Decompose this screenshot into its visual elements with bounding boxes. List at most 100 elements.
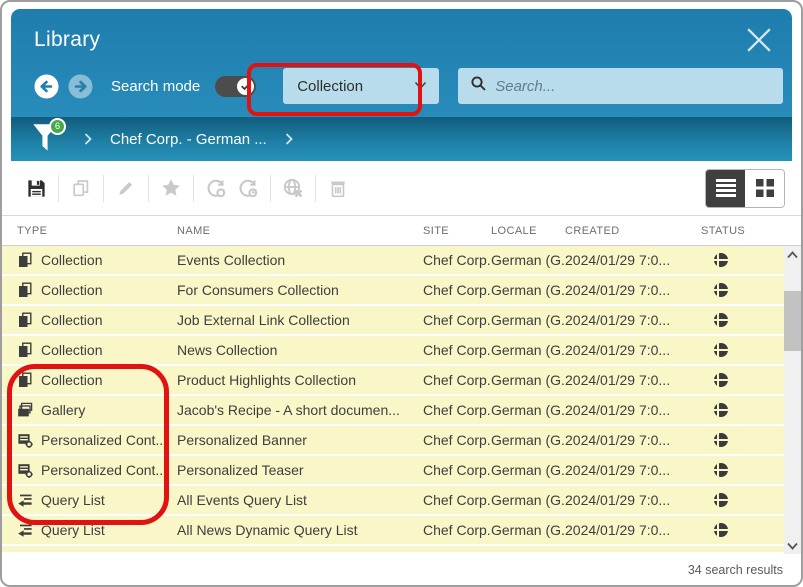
action-toolbar: [2, 161, 801, 216]
content-type-icon: [17, 522, 33, 538]
table-row[interactable]: Personalized Cont... Personalized Banner…: [2, 426, 784, 456]
name-cell: All News Dynamic Query List: [177, 522, 423, 538]
thumbnail-view-button[interactable]: [745, 170, 784, 207]
save-button[interactable]: [20, 172, 52, 204]
column-header-status[interactable]: STATUS: [701, 225, 741, 237]
toggle-knob: [237, 78, 254, 95]
site-cell: Chef Corp.: [423, 342, 491, 358]
approve-publish-icon: [204, 176, 228, 200]
table-row[interactable]: Collection Events Collection Chef Corp. …: [2, 246, 784, 276]
created-cell: 2024/01/29 7:0...: [565, 312, 701, 328]
scroll-up-icon[interactable]: [784, 246, 801, 263]
locale-cell: German (G...: [491, 462, 565, 478]
publish-schedule-icon: [236, 176, 260, 200]
name-cell: Jacob's Recipe - A short documen...: [177, 402, 423, 418]
created-cell: 2024/01/29 7:0...: [565, 492, 701, 508]
site-cell: Chef Corp.: [423, 402, 491, 418]
delete-button[interactable]: [322, 172, 354, 204]
content-type-dropdown[interactable]: Collection: [283, 68, 439, 104]
table-header: TYPE NAME SITE LOCALE CREATED STATUS: [2, 216, 801, 246]
search-input[interactable]: [495, 78, 773, 95]
table-body: Collection Events Collection Chef Corp. …: [2, 246, 784, 554]
search-icon: [470, 75, 487, 97]
created-cell: 2024/01/29 7:0...: [565, 462, 701, 478]
content-type-icon: [17, 462, 33, 478]
trash-icon: [327, 177, 349, 200]
table-row[interactable]: Collection Product Highlights Collection…: [2, 366, 784, 396]
breadcrumb-site[interactable]: Chef Corp. - German ...: [110, 131, 267, 148]
status-cell: [701, 523, 741, 537]
search-mode-toggle[interactable]: [215, 76, 256, 97]
column-header-site[interactable]: SITE: [423, 225, 491, 237]
list-view-icon: [714, 177, 738, 199]
star-icon: [159, 176, 183, 200]
list-view-button[interactable]: [706, 170, 745, 207]
table-row-partial[interactable]: [2, 546, 784, 552]
vertical-scrollbar: [784, 246, 801, 554]
publication-status-icon: [714, 403, 728, 417]
close-icon[interactable]: [746, 27, 772, 53]
table-row[interactable]: Collection News Collection Chef Corp. Ge…: [2, 336, 784, 366]
chevron-right-icon: [76, 133, 100, 145]
type-label: Collection: [41, 312, 102, 328]
edit-icon: [115, 177, 137, 199]
table-row[interactable]: Gallery Jacob's Recipe - A short documen…: [2, 396, 784, 426]
publication-status-icon: [714, 433, 728, 447]
scrollbar-track[interactable]: [784, 263, 801, 537]
withdraw-icon: [281, 176, 305, 200]
save-icon: [25, 177, 48, 200]
header-panel: Library Search mode: [11, 9, 792, 161]
table-row[interactable]: Query List All Events Query List Chef Co…: [2, 486, 784, 516]
locale-cell: German (G...: [491, 432, 565, 448]
table-area: Collection Events Collection Chef Corp. …: [2, 246, 801, 554]
column-header-created[interactable]: CREATED: [565, 225, 701, 237]
scrollbar-thumb[interactable]: [784, 291, 801, 351]
view-mode-toggle: [705, 169, 785, 208]
status-cell: [701, 253, 741, 267]
bookmark-button[interactable]: [155, 172, 187, 204]
status-cell: [701, 463, 741, 477]
approve-publish-button[interactable]: [200, 172, 232, 204]
status-bar: 34 search results: [2, 554, 801, 585]
type-cell: Collection: [17, 312, 177, 328]
type-cell: Collection: [17, 342, 177, 358]
publication-status-icon: [714, 283, 728, 297]
column-header-locale[interactable]: LOCALE: [491, 225, 565, 237]
status-cell: [701, 403, 741, 417]
created-cell: 2024/01/29 7:0...: [565, 372, 701, 388]
content-type-icon: [17, 312, 33, 328]
content-type-icon: [17, 252, 33, 268]
publication-status-icon: [714, 253, 728, 267]
type-label: Collection: [41, 372, 102, 388]
table-row[interactable]: Collection Job External Link Collection …: [2, 306, 784, 336]
type-cell: Collection: [17, 252, 177, 268]
column-header-type[interactable]: TYPE: [17, 225, 177, 237]
table-row[interactable]: Query List All News Dynamic Query List C…: [2, 516, 784, 546]
toolbar-separator: [148, 175, 149, 202]
name-cell: News Collection: [177, 342, 423, 358]
table-row[interactable]: Collection For Consumers Collection Chef…: [2, 276, 784, 306]
forward-button[interactable]: [68, 74, 93, 99]
publication-status-icon: [714, 493, 728, 507]
toolbar-separator: [193, 175, 194, 202]
withdraw-button[interactable]: [277, 172, 309, 204]
status-cell: [701, 283, 741, 297]
breadcrumb: 6 Chef Corp. - German ...: [11, 117, 792, 161]
publication-status-icon: [714, 343, 728, 357]
filter-funnel-icon[interactable]: 6: [32, 122, 66, 156]
page-title: Library: [34, 28, 100, 52]
publish-schedule-button[interactable]: [232, 172, 264, 204]
toolbar-separator: [103, 175, 104, 202]
scroll-down-icon[interactable]: [784, 537, 801, 554]
locale-cell: German (G...: [491, 282, 565, 298]
name-cell: Personalized Teaser: [177, 462, 423, 478]
column-header-name[interactable]: NAME: [177, 225, 423, 237]
copy-button[interactable]: [65, 172, 97, 204]
locale-cell: German (G...: [491, 492, 565, 508]
table-row[interactable]: Personalized Cont... Personalized Teaser…: [2, 456, 784, 486]
title-bar: Library: [11, 9, 792, 61]
back-button[interactable]: [34, 74, 59, 99]
edit-button[interactable]: [110, 172, 142, 204]
search-box: [458, 68, 783, 104]
content-type-icon: [17, 402, 33, 418]
